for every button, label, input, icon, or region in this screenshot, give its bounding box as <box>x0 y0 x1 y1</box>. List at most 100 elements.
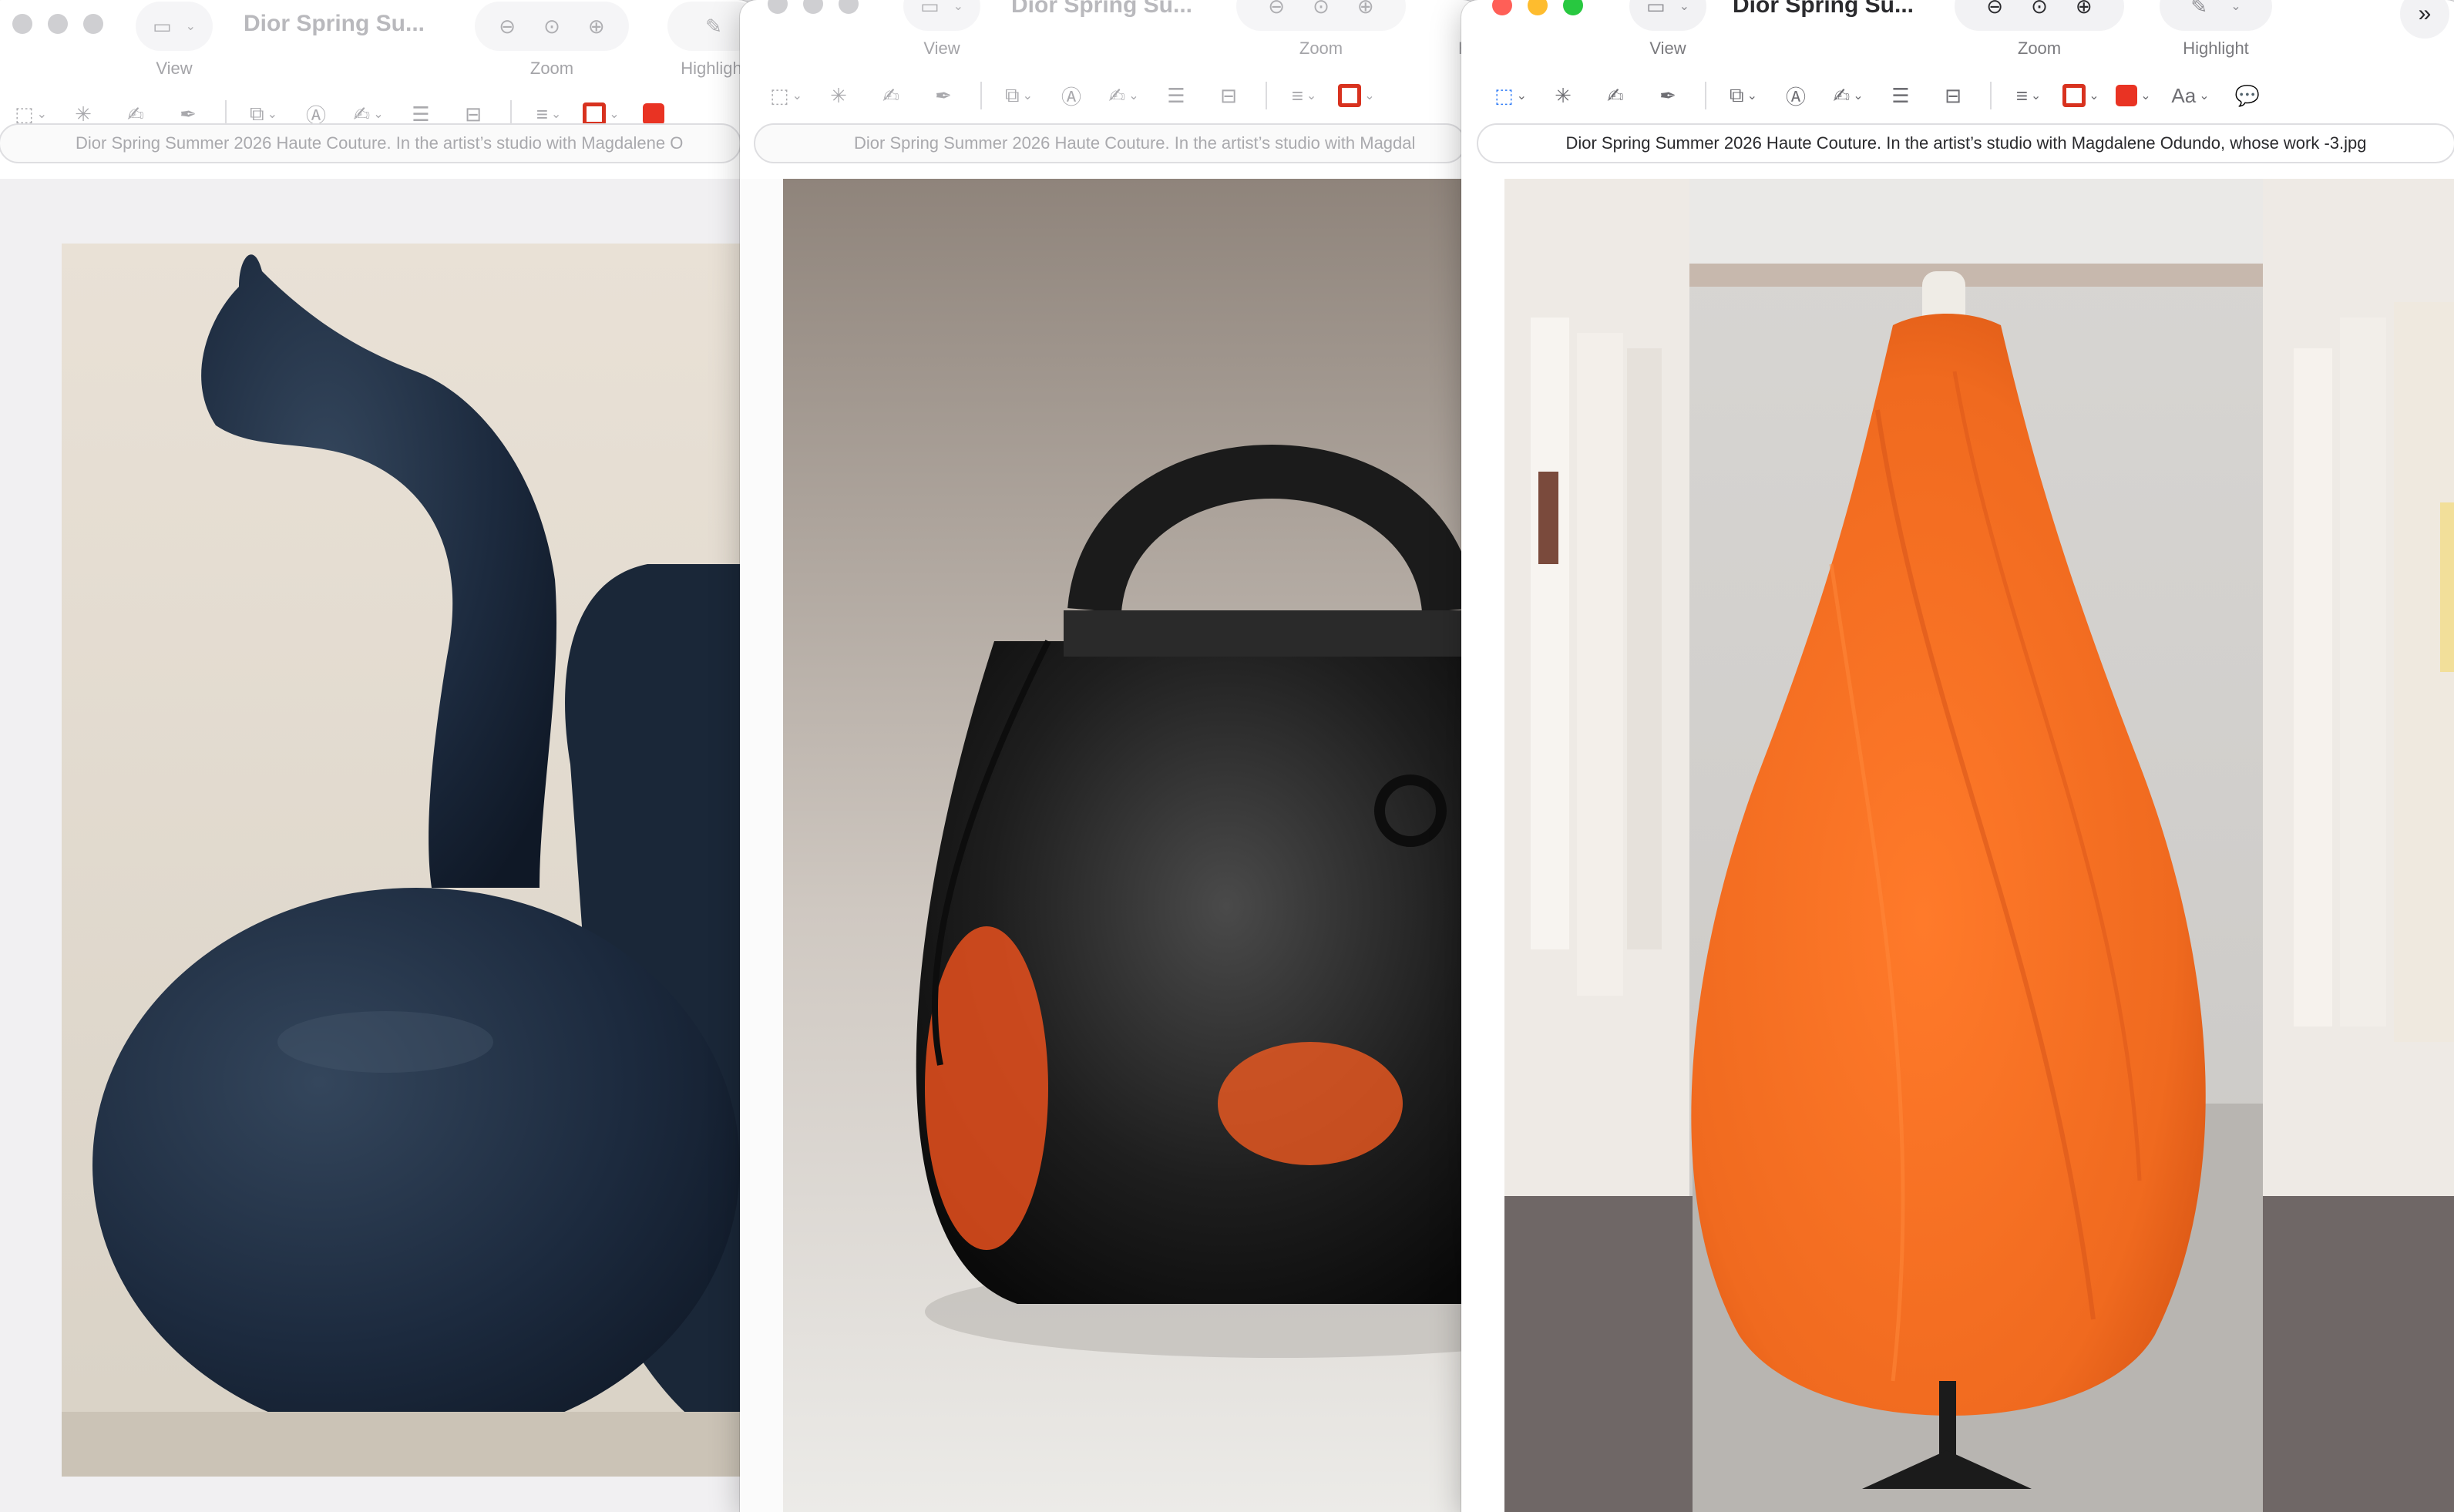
image-canvas <box>0 179 755 1512</box>
magic-wand-icon: ✳ <box>75 102 92 126</box>
sign-tool[interactable]: ✍ ⌄ <box>1822 72 1874 119</box>
fill-color-swatch <box>2116 85 2138 106</box>
line-style-icon: ≡ <box>1291 83 1303 107</box>
file-name-bar: Dior Spring Summer 2026 Haute Couture. I… <box>1477 123 2454 163</box>
zoom-label: Zoom <box>1299 39 1343 58</box>
zoom-controls: ⊖ ⊙ ⊕ <box>1236 0 1406 31</box>
text-box-icon: Ⓐ <box>1061 85 1081 109</box>
zoom-window-button[interactable] <box>83 14 103 34</box>
sidebar-icon: ▭ <box>920 0 940 18</box>
chevron-double-right-icon[interactable]: » <box>2400 0 2449 39</box>
file-name-bar: Dior Spring Summer 2026 Haute Couture. I… <box>0 123 741 163</box>
line-style-icon: ≡ <box>536 102 548 126</box>
annotate-tool[interactable]: 💬 <box>2221 72 2274 119</box>
sketch-tool[interactable]: ✍ <box>1589 72 1642 119</box>
view-button[interactable]: ▭ ⌄ <box>1629 0 1706 31</box>
zoom-label: Zoom <box>2017 39 2062 58</box>
resize-icon: ⊟ <box>465 102 482 126</box>
border-color-swatch <box>2062 84 2086 107</box>
markup-toolbar: ⬚ ⌄ ✳ ✍ ✒ ⧉ ⌄ Ⓐ ✍ ⌄ ☰ ⊟ ≡ ⌄ ⌄ ⌄ Aa ⌄ 💬 <box>1461 65 2454 126</box>
draw-tool[interactable]: ✒ <box>917 72 970 119</box>
window-controls <box>12 14 103 34</box>
instant-alpha-tool[interactable]: ✳ <box>812 72 865 119</box>
zoom-label: Zoom <box>529 59 574 78</box>
adjust-color-tool[interactable]: ☰ <box>1150 72 1202 119</box>
pen-icon: ✎ <box>2190 0 2208 18</box>
magic-wand-icon: ✳ <box>1555 83 1572 107</box>
zoom-in-icon[interactable]: ⊕ <box>2076 0 2093 18</box>
selection-tool[interactable]: ⬚ ⌄ <box>1484 72 1537 119</box>
view-label: View <box>923 39 960 58</box>
image-canvas <box>1461 179 2454 1512</box>
text-tool[interactable]: Ⓐ <box>1045 72 1098 119</box>
view-label: View <box>156 59 193 78</box>
highlight-button[interactable]: ✎ ⌄ <box>2160 0 2272 31</box>
zoom-fit-icon[interactable]: ⊙ <box>2031 0 2048 18</box>
zoom-out-icon[interactable]: ⊖ <box>1986 0 2003 18</box>
window-controls <box>1492 0 1583 15</box>
divider <box>1705 82 1706 109</box>
zoom-window-button[interactable] <box>1563 0 1583 15</box>
minimize-button[interactable] <box>48 14 68 34</box>
view-button[interactable]: ▭ ⌄ <box>136 2 213 51</box>
sliders-icon: ☰ <box>1891 83 1910 107</box>
view-label: View <box>1649 39 1686 58</box>
resize-icon: ⊟ <box>1220 83 1237 107</box>
highlight-label: Highlight <box>2183 39 2249 58</box>
border-color-tool[interactable]: ⌄ <box>2055 72 2107 119</box>
sidebar-icon: ▭ <box>153 14 172 38</box>
shapes-icon: ⧉ <box>1005 83 1020 106</box>
zoom-fit-icon[interactable]: ⊙ <box>543 15 560 39</box>
chevron-down-icon: ⌄ <box>953 0 963 13</box>
adjust-color-tool[interactable]: ☰ <box>1874 72 1927 119</box>
text-style-label: Aa <box>2171 83 2197 107</box>
draw-tool[interactable]: ✒ <box>1642 72 1694 119</box>
close-button[interactable] <box>12 14 32 34</box>
zoom-fit-icon[interactable]: ⊙ <box>1313 0 1330 18</box>
zoom-in-icon[interactable]: ⊕ <box>1357 0 1374 18</box>
shape-style-tool[interactable]: ≡ ⌄ <box>2002 72 2055 119</box>
sketch-icon: ✍ <box>127 102 144 126</box>
preview-window-3: ▭ ⌄ View Dior Spring Su... ⊖ ⊙ ⊕ Zoom ✎ ⌄ … <box>1461 0 2454 1512</box>
fill-color-swatch <box>643 103 664 125</box>
file-name-bar: Dior Spring Summer 2026 Haute Couture. I… <box>754 123 1466 163</box>
minimize-button[interactable] <box>1528 0 1548 15</box>
shapes-tool[interactable]: ⧉ ⌄ <box>993 72 1045 119</box>
speech-bubble-icon: 💬 <box>2234 83 2261 107</box>
divider <box>1266 82 1267 109</box>
rect-select-icon: ⬚ <box>770 83 789 107</box>
shapes-icon: ⧉ <box>1730 83 1744 106</box>
adjust-size-tool[interactable]: ⊟ <box>1927 72 1979 119</box>
zoom-out-icon[interactable]: ⊖ <box>499 15 516 39</box>
sign-tool[interactable]: ✍ ⌄ <box>1098 72 1150 119</box>
text-style-tool[interactable]: Aa ⌄ <box>2160 72 2221 119</box>
close-button[interactable] <box>1492 0 1512 15</box>
selection-tool[interactable]: ⬚ ⌄ <box>760 72 812 119</box>
draw-icon: ✒ <box>935 83 952 107</box>
close-button[interactable] <box>768 0 788 14</box>
text-tool[interactable]: Ⓐ <box>1770 72 1822 119</box>
chevron-down-icon: ⌄ <box>1679 0 1689 13</box>
draw-icon: ✒ <box>180 102 197 126</box>
adjust-size-tool[interactable]: ⊟ <box>1202 72 1255 119</box>
window-title: Dior Spring Su... <box>1011 0 1193 18</box>
line-style-icon: ≡ <box>2015 83 2028 107</box>
zoom-out-icon[interactable]: ⊖ <box>1268 0 1285 18</box>
shape-style-tool[interactable]: ≡ ⌄ <box>1278 72 1330 119</box>
fill-color-tool[interactable]: ⌄ <box>2107 72 2160 119</box>
zoom-in-icon[interactable]: ⊕ <box>588 15 605 39</box>
zoom-window-button[interactable] <box>839 0 859 14</box>
window-title: Dior Spring Su... <box>244 11 425 36</box>
sliders-icon: ☰ <box>412 102 430 126</box>
shapes-tool[interactable]: ⧉ ⌄ <box>1717 72 1770 119</box>
border-color-swatch <box>1338 84 1362 107</box>
view-button[interactable]: ▭ ⌄ <box>903 0 980 31</box>
preview-window-1: ▭ ⌄ View Dior Spring Su... ⊖ ⊙ ⊕ Zoom ✎ H… <box>0 0 755 1512</box>
sketch-tool[interactable]: ✍ <box>865 72 917 119</box>
image-canvas <box>740 179 1480 1512</box>
instant-alpha-tool[interactable]: ✳ <box>1537 72 1589 119</box>
handbag-photo <box>740 179 1480 1512</box>
border-color-tool[interactable]: ⌄ <box>1330 72 1383 119</box>
draw-icon: ✒ <box>1659 83 1676 107</box>
minimize-button[interactable] <box>803 0 823 14</box>
